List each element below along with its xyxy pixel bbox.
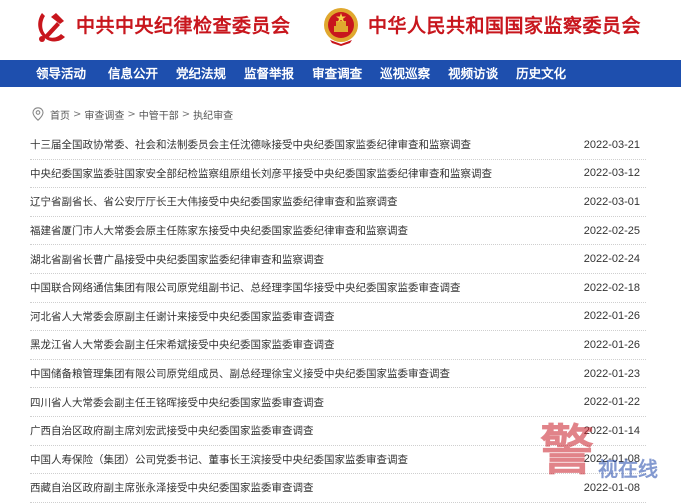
list-item-date: 2022-01-08 — [583, 481, 640, 494]
national-emblem-icon — [324, 8, 358, 46]
list-item-date: 2022-01-22 — [583, 396, 640, 409]
nav-item-info-disclosure[interactable]: 信息公开 — [108, 60, 158, 87]
list-item[interactable]: 中央纪委国家监委驻国家安全部纪检监察组原组长刘彦平接受中央纪委国家监委纪律审查和… — [30, 160, 646, 189]
breadcrumb-home[interactable]: 首页 — [50, 107, 70, 122]
list-item-title[interactable]: 辽宁省副省长、省公安厅厅长王大伟接受中央纪委国家监委纪律审查和监察调查 — [30, 194, 398, 209]
list-item-date: 2022-02-24 — [583, 253, 640, 266]
list-item-title[interactable]: 河北省人大常委会原副主任谢计来接受中央纪委国家监委审查调查 — [30, 309, 335, 324]
list-item-date: 2022-01-26 — [583, 310, 640, 323]
list-item-title[interactable]: 黑龙江省人大常委会副主任宋希斌接受中央纪委国家监委审查调查 — [30, 337, 335, 352]
breadcrumb-review-investigation[interactable]: 审查调查 — [84, 107, 124, 122]
party-emblem-icon — [38, 13, 65, 42]
list-item[interactable]: 四川省人大常委会副主任王铭晖接受中央纪委国家监委审查调查 2022-01-22 — [30, 388, 646, 417]
nav-item-supervision-report[interactable]: 监督举报 — [244, 60, 294, 87]
list-item-title[interactable]: 广西自治区政府副主席刘宏武接受中央纪委国家监委审查调查 — [30, 423, 314, 438]
list-item-title[interactable]: 西藏自治区政府副主席张永泽接受中央纪委国家监委审查调查 — [30, 480, 314, 495]
list-item-date: 2022-03-12 — [583, 167, 640, 180]
list-item[interactable]: 西藏自治区政府副主席张永泽接受中央纪委国家监委审查调查 2022-01-08 — [30, 474, 646, 503]
list-item[interactable]: 湖北省副省长曹广晶接受中央纪委国家监委纪律审查和监察调查 2022-02-24 — [30, 245, 646, 274]
main-nav: 领导活动 信息公开 党纪法规 监督举报 审查调查 巡视巡察 视频访谈 历史文化 — [0, 60, 681, 87]
nav-item-inspection[interactable]: 巡视巡察 — [380, 60, 430, 87]
list-item[interactable]: 中国储备粮管理集团有限公司原党组成员、副总经理徐宝义接受中央纪委国家监委审查调查… — [30, 360, 646, 389]
breadcrumb-separator: > — [73, 108, 82, 120]
site-header: 中共中央纪律检查委员会 中华人民共和国国家监察委员会 — [0, 0, 681, 60]
nav-item-video-interview[interactable]: 视频访谈 — [448, 60, 498, 87]
breadcrumb: 首页 > 审查调查 > 中管干部 > 执纪审查 — [32, 105, 233, 123]
list-item[interactable]: 广西自治区政府副主席刘宏武接受中央纪委国家监委审查调查 2022-01-14 — [30, 417, 646, 446]
list-item-date: 2022-02-18 — [583, 281, 640, 294]
list-item[interactable]: 中国人寿保险（集团）公司党委书记、董事长王滨接受中央纪委国家监委审查调查 2022… — [30, 446, 646, 475]
nsc-title: 中华人民共和国国家监察委员会 — [368, 15, 642, 37]
list-item-title[interactable]: 中央纪委国家监委驻国家安全部纪检监察组原组长刘彦平接受中央纪委国家监委纪律审查和… — [30, 166, 492, 181]
list-item[interactable]: 福建省厦门市人大常委会原主任陈家东接受中央纪委国家监委纪律审查和监察调查 2022… — [30, 217, 646, 246]
list-item-title[interactable]: 中国人寿保险（集团）公司党委书记、董事长王滨接受中央纪委国家监委审查调查 — [30, 452, 408, 467]
list-item-title[interactable]: 湖北省副省长曹广晶接受中央纪委国家监委纪律审查和监察调查 — [30, 252, 324, 267]
list-item-date: 2022-03-01 — [583, 195, 640, 208]
breadcrumb-central-cadres[interactable]: 中管干部 — [139, 107, 179, 122]
list-item-title[interactable]: 中国储备粮管理集团有限公司原党组成员、副总经理徐宝义接受中央纪委国家监委审查调查 — [30, 366, 450, 381]
list-item-date: 2022-01-14 — [583, 424, 640, 437]
list-item[interactable]: 辽宁省副省长、省公安厅厅长王大伟接受中央纪委国家监委纪律审查和监察调查 2022-… — [30, 188, 646, 217]
breadcrumb-separator: > — [181, 108, 191, 120]
list-item-title[interactable]: 中国联合网络通信集团有限公司原党组副书记、总经理李国华接受中央纪委国家监委审查调… — [30, 280, 461, 295]
location-pin-icon — [32, 107, 44, 121]
list-item[interactable]: 十三届全国政协常委、社会和法制委员会主任沈德咏接受中央纪委国家监委纪律审查和监察… — [30, 131, 646, 160]
nav-item-party-regulations[interactable]: 党纪法规 — [176, 60, 226, 87]
list-item-title[interactable]: 十三届全国政协常委、社会和法制委员会主任沈德咏接受中央纪委国家监委纪律审查和监察… — [30, 137, 471, 152]
list-item-date: 2022-01-23 — [583, 367, 640, 380]
nav-item-history-culture[interactable]: 历史文化 — [516, 60, 566, 87]
list-item-date: 2022-02-25 — [583, 224, 640, 237]
breadcrumb-current: 执纪审查 — [193, 110, 234, 122]
nav-item-leadership[interactable]: 领导活动 — [36, 60, 86, 87]
list-item-date: 2022-03-21 — [583, 138, 640, 151]
list-item-date: 2022-01-26 — [583, 338, 640, 351]
list-item-title[interactable]: 四川省人大常委会副主任王铭晖接受中央纪委国家监委审查调查 — [30, 395, 324, 410]
list-item[interactable]: 黑龙江省人大常委会副主任宋希斌接受中央纪委国家监委审查调查 2022-01-26 — [30, 331, 646, 360]
ccdi-title: 中共中央纪律检查委员会 — [76, 15, 291, 37]
breadcrumb-separator: > — [127, 108, 136, 120]
list-item[interactable]: 中国联合网络通信集团有限公司原党组副书记、总经理李国华接受中央纪委国家监委审查调… — [30, 274, 646, 303]
article-list: 十三届全国政协常委、社会和法制委员会主任沈德咏接受中央纪委国家监委纪律审查和监察… — [30, 131, 646, 503]
list-item-date: 2022-01-08 — [583, 453, 640, 466]
list-item[interactable]: 河北省人大常委会原副主任谢计来接受中央纪委国家监委审查调查 2022-01-26 — [30, 303, 646, 332]
nav-item-review-investigation[interactable]: 审查调查 — [312, 60, 362, 87]
list-item-title[interactable]: 福建省厦门市人大常委会原主任陈家东接受中央纪委国家监委纪律审查和监察调查 — [30, 223, 408, 238]
